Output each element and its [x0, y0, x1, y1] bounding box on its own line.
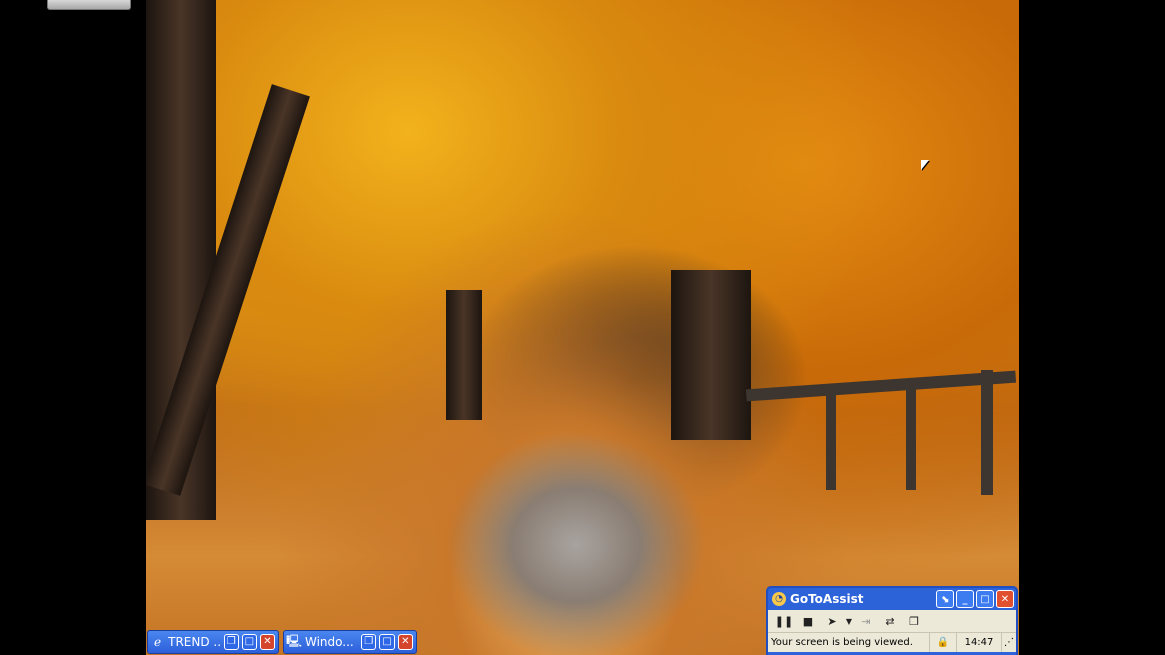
- lock-icon: 🔒: [929, 633, 956, 652]
- tree-trunk: [446, 290, 482, 420]
- mouse-cursor-icon: [921, 160, 929, 170]
- desktop-wallpaper: [146, 0, 1019, 655]
- maximize-icon[interactable]: □: [976, 590, 994, 608]
- swap-icon[interactable]: ⇄: [878, 615, 902, 628]
- minimize-icon[interactable]: _: [956, 590, 974, 608]
- gotoassist-statusbar: Your screen is being viewed. 🔒 14:47 ⋰: [768, 632, 1016, 652]
- tree-trunk: [671, 270, 751, 440]
- maximize-icon[interactable]: □: [241, 634, 257, 650]
- fence-post: [906, 380, 916, 490]
- taskbar-item-trend[interactable]: ℯ TREND ... ❐ □ ✕: [147, 630, 279, 654]
- gotoassist-logo-icon: ◔: [772, 592, 786, 606]
- maximize-icon[interactable]: □: [379, 634, 395, 650]
- pin-icon[interactable]: ⬊: [936, 590, 954, 608]
- restore-icon[interactable]: ❐: [223, 634, 239, 650]
- status-message: Your screen is being viewed.: [771, 637, 913, 648]
- pause-icon[interactable]: ❚❚: [772, 615, 796, 628]
- close-icon[interactable]: ✕: [397, 634, 413, 650]
- gotoassist-toolbar: ❚❚ ■ ➤ ▼ ⇥ ⇄ ❐: [768, 610, 1016, 632]
- resize-grip-icon[interactable]: ⋰: [1001, 633, 1016, 652]
- pointer-icon[interactable]: ➤: [820, 615, 844, 628]
- chevron-down-icon[interactable]: ▼: [844, 617, 854, 626]
- taskbar-item-windows[interactable]: 🖳 Windo... ❐ □ ✕: [283, 630, 417, 654]
- taskbar-item-label: TREND ...: [168, 635, 221, 649]
- restore-icon[interactable]: ❐: [361, 634, 377, 650]
- transfer-icon[interactable]: ⇥: [854, 615, 878, 628]
- clock: 14:47: [956, 633, 1001, 652]
- computer-icon: 🖳: [286, 633, 303, 648]
- fence: [745, 370, 1017, 402]
- window-icon[interactable]: ❐: [902, 615, 926, 628]
- leaf-path: [446, 430, 706, 655]
- stop-icon[interactable]: ■: [796, 615, 820, 628]
- close-icon[interactable]: ✕: [996, 590, 1014, 608]
- fence-post: [981, 370, 993, 495]
- fence-post: [826, 390, 836, 490]
- ie-icon: ℯ: [154, 635, 162, 649]
- remote-session-handle[interactable]: [47, 0, 131, 10]
- taskbar-item-label: Windo...: [305, 635, 354, 649]
- gotoassist-panel: ◔ GoToAssist ⬊ _ □ ✕ ❚❚ ■ ➤ ▼ ⇥ ⇄ ❐ Your…: [766, 586, 1018, 655]
- gotoassist-titlebar[interactable]: ◔ GoToAssist ⬊ _ □ ✕: [768, 588, 1016, 610]
- gotoassist-title: GoToAssist: [790, 592, 864, 606]
- close-icon[interactable]: ✕: [259, 634, 275, 650]
